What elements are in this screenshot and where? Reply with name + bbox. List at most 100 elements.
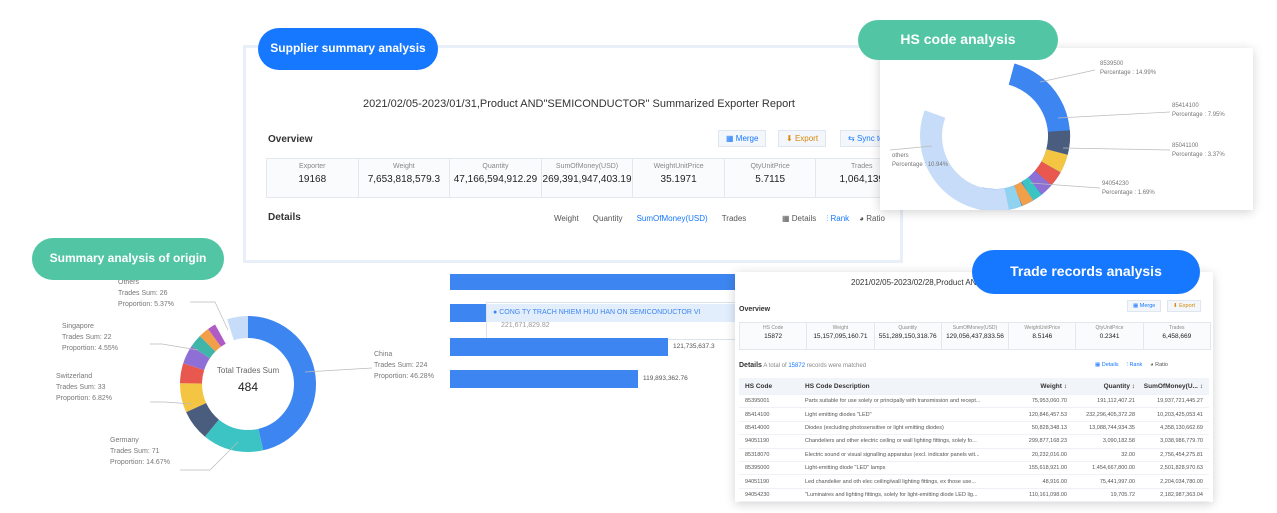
table-row[interactable]: 85414000 Diodes (excluding photosensitive… [739,422,1209,436]
table-cell: 94051190 [745,478,770,485]
table-cell: 10,203,425,053.41 [1157,411,1203,418]
rank-bar-4 [450,370,638,388]
col-hs-code[interactable]: HS Code [739,383,805,390]
tab-trades[interactable]: Trades [722,214,747,223]
details-heading: Details [268,212,301,223]
stat-value: 551,289,150,318.76 [878,333,937,340]
hs-percent-text: Percentage : 3.37% [1172,152,1225,158]
details-note-2: records were matched [806,363,867,369]
table-cell: 3,038,986,779.70 [1160,438,1203,445]
stat-quantity: Quantity 47,166,594,912.29 [450,159,542,197]
stat-value: 5.7115 [755,174,786,185]
table-cell: 3,090,182.58 [1102,438,1135,445]
hs-percent-text: Percentage : 14.99% [1100,70,1157,76]
hs-label-others: others Percentage : 10.94% [892,152,948,170]
hs-label-94054230: 94054230 Percentage : 1.69% [1102,180,1155,198]
table-row[interactable]: 85395001 Parts suitable for use solely or… [739,395,1209,409]
trade-stat-qty-unit-price: QtyUnitPrice 0.2341 [1076,323,1144,349]
supplier-stats: Exporter 19168 Weight 7,653,818,579.3 Quan… [266,158,908,198]
hs-percent-text: Percentage : 7.95% [1172,112,1225,118]
stat-label: Exporter [299,163,326,170]
origin-label-prop: Proportion: 4.55% [62,344,119,352]
table-cell: 19,705.72 [1110,491,1135,498]
trade-merge-button[interactable]: ▦ Merge [1127,300,1162,312]
trade-rank-view-button[interactable]: ⫶ Rank [1127,362,1143,369]
trade-export-button[interactable]: ⬇ Export [1167,300,1202,312]
origin-label-sum: Trades Sum: 224 [374,361,428,369]
table-cell: 85414100 [745,411,770,418]
hs-code-pill: HS code analysis [858,20,1058,60]
tab-sum-money[interactable]: SumOfMoney(USD) [637,214,708,223]
origin-label-prop: Proportion: 6.82% [56,394,113,402]
trade-view-buttons: ▦ Details ⫶ Rank ◕ Ratio [1095,362,1168,369]
table-cell: Led chandelier and oth elec ceiling/wall… [805,478,976,485]
table-row[interactable]: 94051190 Led chandelier and oth elec ceil… [739,475,1209,489]
col-sum-money[interactable]: SumOfMoney(U... ↕ [1141,383,1209,390]
hs-percent-text: Percentage : 10.94% [892,162,949,168]
table-cell: 50,828,348.13 [1031,424,1067,431]
table-row[interactable]: 94054230 "Luminaires and lighting fitting… [739,489,1209,502]
stat-label: QtyUnitPrice [750,163,790,170]
stat-label: Weight [832,325,849,331]
table-cell: Chandeliers and other electric ceiling o… [805,438,977,445]
ratio-view-button[interactable]: ◕ Ratio [859,214,885,224]
stat-label: Trades [1169,325,1185,331]
overview-heading: Overview [268,134,313,145]
trade-ratio-view-label: Ratio [1155,362,1168,368]
rank-view-button[interactable]: ⫶ Rank [826,214,849,224]
details-view-button[interactable]: ▦ Details [782,214,816,224]
origin-label-prop: Proportion: 46.28% [374,372,434,380]
table-cell: 85395001 [745,398,770,405]
origin-label-sum: Trades Sum: 33 [56,383,106,391]
trade-ratio-view-button[interactable]: ◕ Ratio [1150,362,1168,369]
hs-slice-gold [1041,148,1068,173]
table-cell: 85395000 [745,465,770,472]
trade-stat-quantity: Quantity 551,289,150,318.76 [875,323,942,349]
hs-code-text: 94054230 [1102,181,1129,187]
col-description: HS Code Description [805,382,870,390]
origin-label-sum: Trades Sum: 22 [62,333,112,341]
supplier-report-frame: 2021/02/05-2023/01/31,Product AND"SEMICO… [258,60,908,260]
merge-button[interactable]: ▦ Merge [718,130,767,147]
stat-exporter: Exporter 19168 [267,159,359,197]
table-cell: 94051190 [745,438,770,445]
table-cell: Parts suitable for use solely or princip… [805,398,981,405]
tab-weight[interactable]: Weight [554,214,579,223]
origin-donut-center: Total Trades Sum 484 [198,366,298,394]
rank-bar-4-value: 119,893,362.76 [643,375,688,382]
hs-slice-teal [1021,177,1042,201]
hs-label-85041100: 85041100 Percentage : 3.37% [1172,142,1225,160]
stat-label: QtyUnitPrice [1095,325,1124,331]
stat-value: 129,056,437,833.56 [946,333,1004,340]
table-row[interactable]: 85395000 Light-emitting diode "LED" lamps… [739,462,1209,476]
table-cell: 2,501,828,970.63 [1160,465,1203,472]
trade-details-line: Details A total of 15872 records were ma… [739,362,866,369]
table-row[interactable]: 94051190 Chandeliers and other electric c… [739,435,1209,449]
stat-value: 47,166,594,912.29 [453,174,538,185]
table-cell: 2,182,987,363.04 [1160,491,1203,498]
trade-records-pill: Trade records analysis [972,250,1200,294]
stat-value: 0.2341 [1099,333,1120,340]
table-cell: Light-emitting diode "LED" lamps [805,465,886,472]
trade-details-view-button[interactable]: ▦ Details [1095,362,1119,369]
ratio-view-label: Ratio [866,214,885,223]
origin-label-singapore: Singapore Trades Sum: 22 Proportion: 4.55% [62,322,118,355]
tooltip-name: CONG TY TRACH NHIEM HUU HAN ON SEMICONDU… [499,309,701,316]
hs-code-text: 8539500 [1100,61,1124,67]
origin-label-prop: Proportion: 14.67% [110,458,170,466]
rank-bar-3 [450,338,668,356]
table-cell: 120,846,457.53 [1028,411,1067,418]
trade-overview-heading: Overview [739,306,771,313]
col-weight[interactable]: Weight ↕ [1005,383,1073,390]
table-row[interactable]: 85414100 Light emitting diodes "LED" 120,8… [739,408,1209,422]
col-quantity[interactable]: Quantity ↕ [1073,383,1141,390]
table-row[interactable]: 85318070 Electric sound or visual signall… [739,449,1209,462]
export-button[interactable]: ⬇ Export [778,130,827,147]
trade-details-heading: Details [739,362,762,369]
stat-value: 15872 [764,333,783,340]
table-cell: 299,877,168.23 [1028,438,1067,445]
hs-slice-lightblue [1004,185,1022,210]
table-cell: 75,953,060.70 [1031,398,1067,405]
tab-quantity[interactable]: Quantity [593,214,623,223]
origin-label-name: Switzerland [56,373,93,380]
